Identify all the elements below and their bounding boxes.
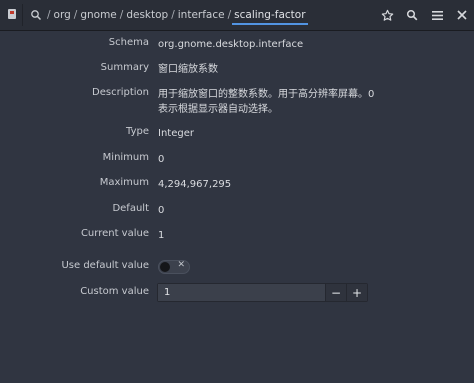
breadcrumb-item-desktop[interactable]: desktop (124, 9, 170, 21)
header-separator (22, 4, 23, 26)
close-icon (457, 10, 467, 20)
decrement-button[interactable]: − (325, 284, 346, 301)
description-value: 用于缩放窗口的整数系数。用于高分辨率屏幕。0 表示根据显示器自动选择。 (158, 89, 375, 115)
search-icon (406, 9, 418, 21)
breadcrumb-item-gnome[interactable]: gnome (78, 9, 118, 21)
close-button[interactable] (452, 5, 472, 25)
schema-value: org.gnome.desktop.interface (158, 39, 304, 50)
menu-icon (431, 10, 443, 20)
search-history-icon[interactable] (30, 9, 42, 21)
use-default-label: Use default value (61, 260, 149, 271)
dconf-editor-window: / org / gnome / desktop / interface / sc… (0, 0, 474, 383)
default-value: 0 (158, 205, 165, 216)
switch-off-icon: ✕ (177, 260, 185, 270)
description-label: Description (92, 87, 149, 98)
custom-value-input[interactable] (158, 284, 325, 301)
increment-button[interactable]: + (346, 284, 367, 301)
breadcrumb-item-org[interactable]: org (52, 9, 73, 21)
header-bar: / org / gnome / desktop / interface / sc… (0, 0, 474, 31)
minimum-label: Minimum (102, 152, 149, 163)
current-value-label: Current value (80, 228, 149, 239)
star-icon (381, 9, 393, 21)
maximum-label: Maximum (99, 177, 149, 188)
breadcrumb-current-key[interactable]: scaling-factor (232, 9, 308, 25)
summary-value: 窗口缩放系数 (158, 64, 218, 75)
minimum-value: 0 (158, 154, 165, 165)
current-value: 1 (158, 230, 165, 241)
dconf-app-icon (8, 9, 16, 19)
use-default-switch[interactable]: ✕ (158, 260, 190, 274)
breadcrumb-item-interface[interactable]: interface (176, 9, 227, 21)
type-label: Type (126, 126, 149, 137)
schema-label: Schema (108, 37, 149, 48)
type-value: Integer (158, 128, 194, 139)
menu-button[interactable] (427, 5, 447, 25)
search-button[interactable] (402, 5, 422, 25)
custom-value-label: Custom value (80, 286, 149, 297)
custom-value-spinbutton: − + (157, 283, 368, 302)
breadcrumb[interactable]: / org / gnome / desktop / interface / sc… (30, 0, 308, 30)
bookmark-button[interactable] (377, 5, 397, 25)
maximum-value: 4,294,967,295 (158, 179, 232, 190)
summary-label: Summary (100, 62, 149, 73)
default-label: Default (112, 203, 149, 214)
switch-knob (160, 262, 170, 272)
